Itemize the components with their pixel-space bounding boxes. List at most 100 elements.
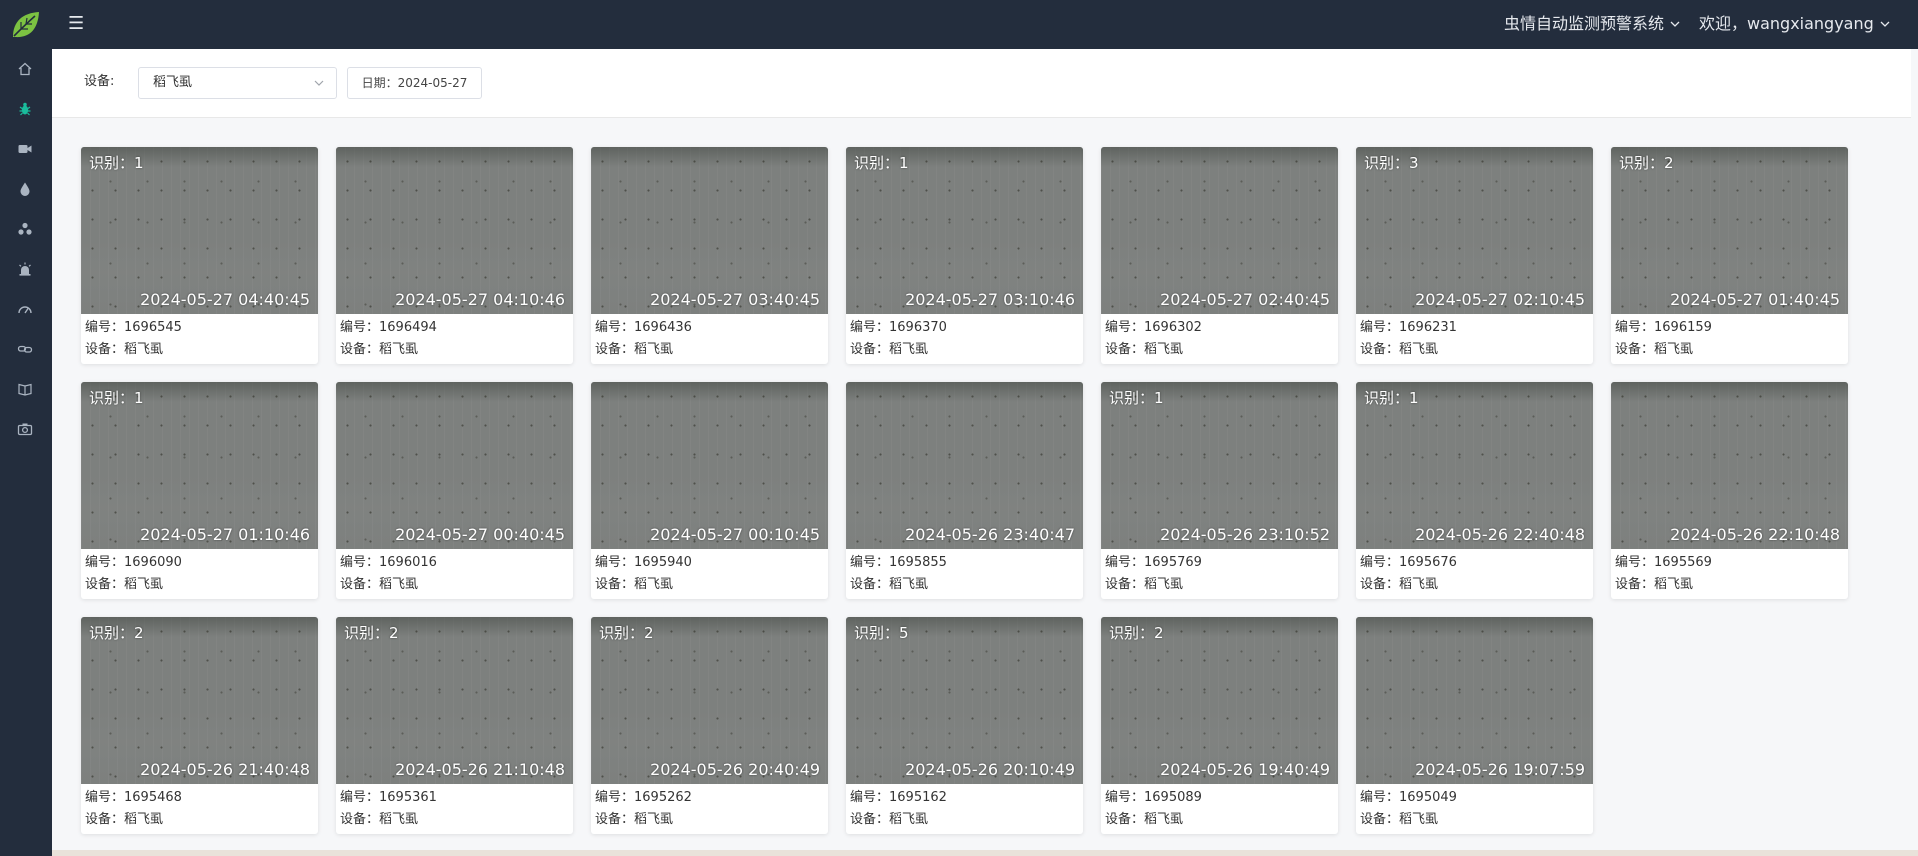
cluster-icon[interactable] (14, 218, 36, 240)
trap-image-thumbnail[interactable]: 2024-05-27 04:10:46 (336, 147, 573, 314)
image-id: 编号：1696159 (1615, 320, 1712, 335)
device-select[interactable]: 稻飞虱 (138, 67, 337, 99)
date-picker-button[interactable]: 日期：2024-05-27 (347, 67, 482, 99)
image-id: 编号：1696302 (1105, 320, 1202, 335)
image-card[interactable]: 识别：1 2024-05-27 01:10:46 编号：1696090 设备：稻飞虱 (81, 382, 318, 599)
image-card[interactable]: 识别：1 2024-05-26 23:10:52 编号：1695769 设备：稻飞虱 (1101, 382, 1338, 599)
capture-timestamp: 2024-05-26 19:07:59 (1415, 760, 1585, 779)
capture-timestamp: 2024-05-26 20:40:49 (650, 760, 820, 779)
detection-count-badge: 识别：1 (89, 389, 144, 407)
image-id: 编号：1695569 (1615, 555, 1712, 570)
leaf-logo-icon[interactable] (9, 9, 41, 41)
video-camera-icon[interactable] (14, 138, 36, 160)
trap-image-thumbnail[interactable]: 2024-05-27 03:40:45 (591, 147, 828, 314)
image-id: 编号：1696545 (85, 320, 182, 335)
image-device: 设备：稻飞虱 (1360, 342, 1439, 357)
trap-image-thumbnail[interactable]: 识别：1 2024-05-26 23:10:52 (1101, 382, 1338, 549)
image-card[interactable]: 2024-05-27 02:40:45 编号：1696302 设备：稻飞虱 (1101, 147, 1338, 364)
image-device: 设备：稻飞虱 (1615, 342, 1694, 357)
gauge-icon[interactable] (14, 298, 36, 320)
capture-timestamp: 2024-05-26 21:10:48 (395, 760, 565, 779)
image-card[interactable]: 识别：2 2024-05-27 01:40:45 编号：1696159 设备：稻飞虱 (1611, 147, 1848, 364)
image-id: 编号：1695361 (340, 790, 437, 805)
trap-image-thumbnail[interactable]: 识别：2 2024-05-26 21:40:48 (81, 617, 318, 784)
image-device: 设备：稻飞虱 (1615, 577, 1694, 592)
image-id: 编号：1695676 (1360, 555, 1457, 570)
user-menu[interactable]: 欢迎，wangxiangyang (1699, 13, 1890, 35)
camera-icon[interactable] (14, 418, 36, 440)
capture-timestamp: 2024-05-27 01:10:46 (140, 525, 310, 544)
image-card[interactable]: 2024-05-26 22:10:48 编号：1695569 设备：稻飞虱 (1611, 382, 1848, 599)
chevron-down-icon (314, 80, 324, 86)
chevron-down-icon (1880, 21, 1890, 27)
trap-image-thumbnail[interactable]: 识别：1 2024-05-26 22:40:48 (1356, 382, 1593, 549)
image-card[interactable]: 识别：5 2024-05-26 20:10:49 编号：1695162 设备：稻飞虱 (846, 617, 1083, 834)
trap-image-thumbnail[interactable]: 2024-05-26 19:07:59 (1356, 617, 1593, 784)
home-icon[interactable] (14, 58, 36, 80)
trap-image-thumbnail[interactable]: 2024-05-26 22:10:48 (1611, 382, 1848, 549)
image-device: 设备：稻飞虱 (340, 812, 419, 827)
capture-timestamp: 2024-05-27 03:40:45 (650, 290, 820, 309)
image-device: 设备：稻飞虱 (595, 342, 674, 357)
image-card[interactable]: 识别：3 2024-05-27 02:10:45 编号：1696231 设备：稻飞虱 (1356, 147, 1593, 364)
image-device: 设备：稻飞虱 (1105, 812, 1184, 827)
capture-timestamp: 2024-05-26 22:40:48 (1415, 525, 1585, 544)
trap-image-thumbnail[interactable]: 识别：5 2024-05-26 20:10:49 (846, 617, 1083, 784)
book-icon[interactable] (14, 378, 36, 400)
trap-image-thumbnail[interactable]: 2024-05-27 00:10:45 (591, 382, 828, 549)
detection-count-badge: 识别：2 (1619, 154, 1674, 172)
trap-image-thumbnail[interactable]: 识别：1 2024-05-27 01:10:46 (81, 382, 318, 549)
image-id: 编号：1696016 (340, 555, 437, 570)
image-card[interactable]: 2024-05-27 04:10:46 编号：1696494 设备：稻飞虱 (336, 147, 573, 364)
image-id: 编号：1695769 (1105, 555, 1202, 570)
image-id: 编号：1696436 (595, 320, 692, 335)
image-device: 设备：稻飞虱 (595, 577, 674, 592)
image-device: 设备：稻飞虱 (850, 577, 929, 592)
image-card[interactable]: 2024-05-27 00:10:45 编号：1695940 设备：稻飞虱 (591, 382, 828, 599)
trap-image-thumbnail[interactable]: 识别：2 2024-05-27 01:40:45 (1611, 147, 1848, 314)
image-device: 设备：稻飞虱 (1105, 577, 1184, 592)
image-card[interactable]: 识别：1 2024-05-26 22:40:48 编号：1695676 设备：稻飞虱 (1356, 382, 1593, 599)
image-card[interactable]: 2024-05-27 00:40:45 编号：1696016 设备：稻飞虱 (336, 382, 573, 599)
alarm-light-icon[interactable] (14, 258, 36, 280)
system-switcher[interactable]: 虫情自动监测预警系统 (1504, 13, 1680, 35)
trap-image-thumbnail[interactable]: 识别：2 2024-05-26 20:40:49 (591, 617, 828, 784)
trap-image-thumbnail[interactable]: 识别：3 2024-05-27 02:10:45 (1356, 147, 1593, 314)
image-card[interactable]: 2024-05-26 23:40:47 编号：1695855 设备：稻飞虱 (846, 382, 1083, 599)
capture-timestamp: 2024-05-27 03:10:46 (905, 290, 1075, 309)
image-card[interactable]: 识别：2 2024-05-26 20:40:49 编号：1695262 设备：稻飞虱 (591, 617, 828, 834)
link-icon[interactable] (14, 338, 36, 360)
image-card[interactable]: 2024-05-26 19:07:59 编号：1695049 设备：稻飞虱 (1356, 617, 1593, 834)
trap-image-thumbnail[interactable]: 2024-05-27 02:40:45 (1101, 147, 1338, 314)
image-card[interactable]: 识别：2 2024-05-26 21:40:48 编号：1695468 设备：稻飞虱 (81, 617, 318, 834)
device-filter-label: 设备: (84, 74, 115, 89)
detection-count-badge: 识别：2 (599, 624, 654, 642)
image-id: 编号：1696090 (85, 555, 182, 570)
image-device: 设备：稻飞虱 (85, 577, 164, 592)
trap-image-thumbnail[interactable]: 识别：2 2024-05-26 21:10:48 (336, 617, 573, 784)
trap-image-thumbnail[interactable]: 2024-05-26 23:40:47 (846, 382, 1083, 549)
trap-image-thumbnail[interactable]: 2024-05-27 00:40:45 (336, 382, 573, 549)
menu-toggle-button[interactable]: ☰ (68, 12, 84, 36)
image-device: 设备：稻飞虱 (340, 577, 419, 592)
scrollbar[interactable] (1911, 49, 1918, 850)
image-card[interactable]: 识别：2 2024-05-26 19:40:49 编号：1695089 设备：稻飞虱 (1101, 617, 1338, 834)
water-drop-icon[interactable] (14, 178, 36, 200)
image-card[interactable]: 识别：2 2024-05-26 21:10:48 编号：1695361 设备：稻飞虱 (336, 617, 573, 834)
capture-timestamp: 2024-05-27 04:10:46 (395, 290, 565, 309)
capture-timestamp: 2024-05-26 19:40:49 (1160, 760, 1330, 779)
trap-image-thumbnail[interactable]: 识别：1 2024-05-27 04:40:45 (81, 147, 318, 314)
image-id: 编号：1695262 (595, 790, 692, 805)
trap-image-thumbnail[interactable]: 识别：2 2024-05-26 19:40:49 (1101, 617, 1338, 784)
bug-icon[interactable] (14, 98, 36, 120)
sidebar (0, 0, 52, 856)
image-card[interactable]: 2024-05-27 03:40:45 编号：1696436 设备：稻飞虱 (591, 147, 828, 364)
detection-count-badge: 识别：2 (344, 624, 399, 642)
image-card[interactable]: 识别：1 2024-05-27 03:10:46 编号：1696370 设备：稻飞虱 (846, 147, 1083, 364)
image-device: 设备：稻飞虱 (1105, 342, 1184, 357)
trap-image-thumbnail[interactable]: 识别：1 2024-05-27 03:10:46 (846, 147, 1083, 314)
image-card[interactable]: 识别：1 2024-05-27 04:40:45 编号：1696545 设备：稻飞虱 (81, 147, 318, 364)
image-device: 设备：稻飞虱 (340, 342, 419, 357)
image-id: 编号：1696231 (1360, 320, 1457, 335)
image-device: 设备：稻飞虱 (1360, 577, 1439, 592)
